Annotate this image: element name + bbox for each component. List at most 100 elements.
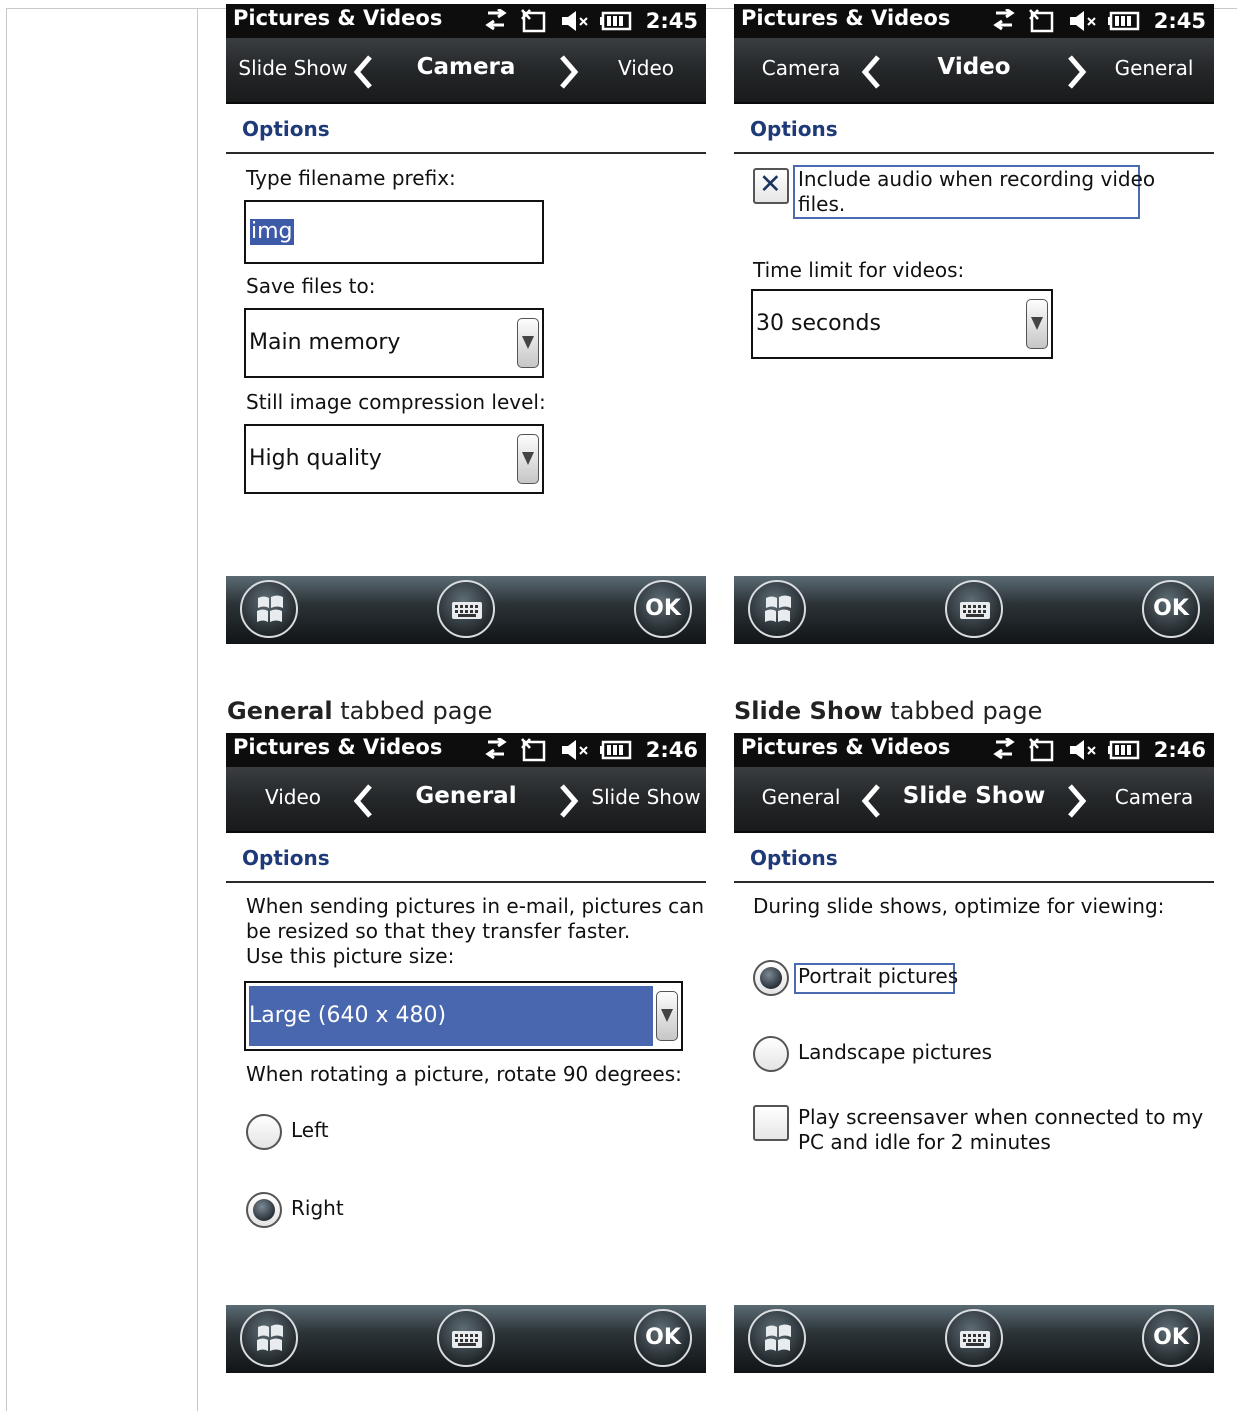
time-limit-value: 30 seconds xyxy=(756,311,881,336)
sync-icon xyxy=(993,9,1015,31)
chevron-right-icon[interactable] xyxy=(556,783,580,819)
speaker-muted-icon xyxy=(561,740,588,760)
filename-prefix-input[interactable]: img xyxy=(244,200,544,264)
screensaver-label-line1[interactable]: Play screensaver when connected to my xyxy=(798,1105,1203,1130)
soft-key-bar: OK xyxy=(226,576,706,644)
status-bar: Pictures & Videos 2:46 xyxy=(734,733,1214,767)
chevron-left-icon[interactable] xyxy=(860,783,884,819)
tab-prev[interactable]: Slide Show xyxy=(234,56,352,80)
status-icons[interactable]: 2:45 xyxy=(990,6,1206,36)
ok-button[interactable]: OK xyxy=(1142,580,1200,638)
keyboard-button[interactable] xyxy=(945,580,1003,638)
tab-next[interactable]: Slide Show xyxy=(581,785,706,809)
speaker-muted-icon xyxy=(561,11,588,31)
start-button[interactable] xyxy=(240,1309,298,1367)
speaker-muted-icon xyxy=(1069,11,1096,31)
general-screen: Pictures & Videos 2:46 Video General Sli… xyxy=(226,733,706,1373)
status-icons[interactable]: 2:46 xyxy=(990,735,1206,765)
optimize-label: During slide shows, optimize for viewing… xyxy=(753,894,1165,918)
filename-prefix-value: img xyxy=(250,219,294,245)
keyboard-button[interactable] xyxy=(437,580,495,638)
landscape-label[interactable]: Landscape pictures xyxy=(798,1040,992,1065)
picture-size-dropdown[interactable]: Large (640 x 480) xyxy=(244,981,683,1051)
include-audio-label-line1[interactable]: Include audio when recording video xyxy=(798,167,1155,192)
portrait-radio[interactable] xyxy=(753,960,789,996)
no-signal-icon xyxy=(520,738,546,762)
chevron-right-icon[interactable] xyxy=(1064,783,1088,819)
tab-prev[interactable]: General xyxy=(742,785,860,809)
rotate-right-radio[interactable] xyxy=(246,1192,282,1228)
keyboard-icon xyxy=(452,1331,482,1348)
chevron-left-icon[interactable] xyxy=(352,54,376,90)
tab-next[interactable]: Camera xyxy=(1089,785,1214,809)
options-heading: Options xyxy=(242,117,330,141)
rotate-left-radio[interactable] xyxy=(246,1114,282,1150)
chevron-left-icon[interactable] xyxy=(860,54,884,90)
start-button[interactable] xyxy=(748,580,806,638)
resize-description-line2: be resized so that they transfer faster. xyxy=(246,919,631,943)
general-caption-bold: General xyxy=(227,697,333,725)
screensaver-checkbox[interactable] xyxy=(753,1105,789,1141)
chevron-right-icon[interactable] xyxy=(1064,54,1088,90)
tab-prev[interactable]: Camera xyxy=(742,56,860,80)
status-bar: Pictures & Videos 2:45 xyxy=(734,4,1214,38)
resize-description-line1: When sending pictures in e-mail, picture… xyxy=(246,894,705,918)
tab-current: Camera xyxy=(416,54,516,80)
rotate-right-label[interactable]: Right xyxy=(291,1196,344,1221)
screensaver-label-line2[interactable]: PC and idle for 2 minutes xyxy=(798,1130,1051,1155)
dropdown-arrow-icon[interactable] xyxy=(1026,299,1048,349)
chevron-right-icon[interactable] xyxy=(556,54,580,90)
sync-icon xyxy=(993,738,1015,760)
ok-label: OK xyxy=(645,1325,681,1350)
start-button[interactable] xyxy=(240,580,298,638)
dropdown-arrow-icon[interactable] xyxy=(517,434,539,484)
battery-icon xyxy=(1107,11,1140,31)
tab-current: Video xyxy=(937,54,1011,80)
dropdown-arrow-icon[interactable] xyxy=(656,991,678,1041)
save-files-dropdown[interactable]: Main memory xyxy=(244,308,544,378)
battery-icon xyxy=(599,740,632,760)
soft-key-bar: OK xyxy=(734,576,1214,644)
rotate-label: When rotating a picture, rotate 90 degre… xyxy=(246,1062,682,1086)
speaker-muted-icon xyxy=(1069,740,1096,760)
no-signal-icon xyxy=(520,9,546,33)
app-title: Pictures & Videos xyxy=(741,735,951,759)
include-audio-checkbox[interactable]: ✕ xyxy=(753,168,789,204)
keyboard-button[interactable] xyxy=(945,1309,1003,1367)
battery-icon xyxy=(599,11,632,31)
filename-prefix-label: Type filename prefix: xyxy=(246,166,456,190)
tab-bar: Slide Show Camera Video xyxy=(226,38,706,104)
rotate-left-label[interactable]: Left xyxy=(291,1118,329,1143)
app-title: Pictures & Videos xyxy=(233,735,443,759)
keyboard-button[interactable] xyxy=(437,1309,495,1367)
tab-current: Slide Show xyxy=(902,783,1046,809)
options-heading: Options xyxy=(750,117,838,141)
tab-prev[interactable]: Video xyxy=(234,785,352,809)
include-audio-label-line2[interactable]: files. xyxy=(798,192,845,217)
dropdown-arrow-icon[interactable] xyxy=(517,318,539,368)
windows-start-icon xyxy=(257,595,283,622)
general-caption-rest: tabbed page xyxy=(332,697,493,725)
start-button[interactable] xyxy=(748,1309,806,1367)
time-limit-dropdown[interactable]: 30 seconds xyxy=(751,289,1053,359)
tab-bar: Video General Slide Show xyxy=(226,767,706,833)
tab-next[interactable]: Video xyxy=(581,56,706,80)
portrait-label[interactable]: Portrait pictures xyxy=(798,964,958,989)
ok-button[interactable]: OK xyxy=(634,1309,692,1367)
landscape-radio[interactable] xyxy=(753,1036,789,1072)
options-divider xyxy=(734,152,1214,154)
options-divider xyxy=(734,881,1214,883)
ok-label: OK xyxy=(645,596,681,621)
windows-start-icon xyxy=(765,595,791,622)
status-bar: Pictures & Videos 2:46 xyxy=(226,733,706,767)
compression-dropdown[interactable]: High quality xyxy=(244,424,544,494)
ok-button[interactable]: OK xyxy=(1142,1309,1200,1367)
tab-bar: Camera Video General xyxy=(734,38,1214,104)
status-icons[interactable]: 2:46 xyxy=(482,735,698,765)
ok-button[interactable]: OK xyxy=(634,580,692,638)
ok-label: OK xyxy=(1153,1325,1189,1350)
tab-next[interactable]: General xyxy=(1089,56,1214,80)
ok-label: OK xyxy=(1153,596,1189,621)
status-icons[interactable]: 2:45 xyxy=(482,6,698,36)
chevron-left-icon[interactable] xyxy=(352,783,376,819)
